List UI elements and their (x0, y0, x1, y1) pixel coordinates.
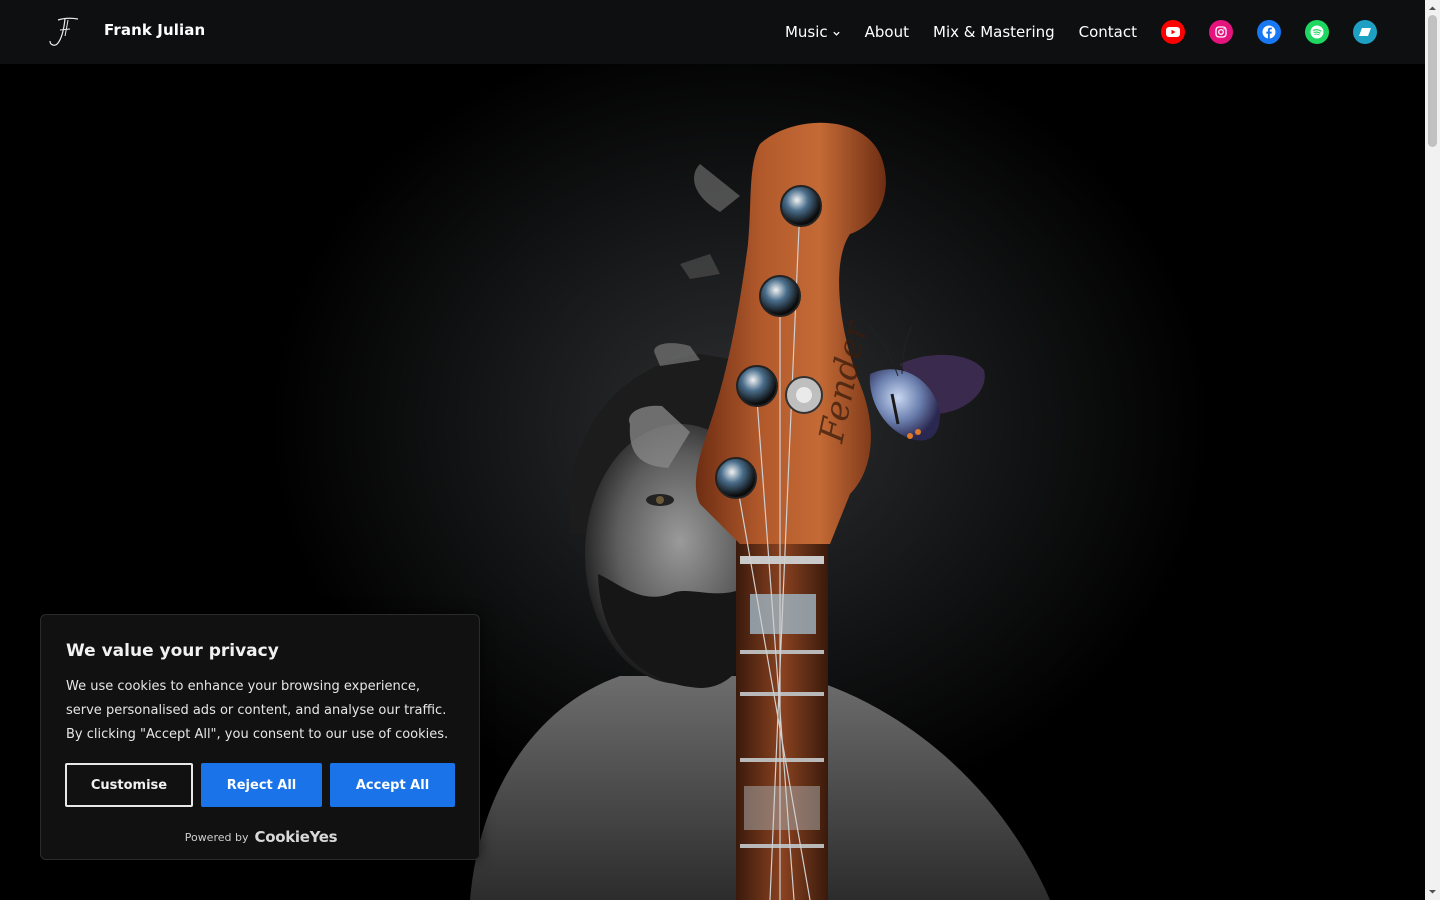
nav-item-contact[interactable]: Contact (1079, 23, 1137, 41)
powered-by-label: Powered by (184, 830, 249, 844)
chevron-down-icon (832, 31, 840, 36)
facebook-icon[interactable] (1257, 20, 1281, 44)
instagram-icon[interactable] (1209, 20, 1233, 44)
accept-all-button[interactable]: Accept All (330, 763, 455, 807)
main-nav: Music About Mix & Mastering Contact (785, 0, 1137, 64)
cookieyes-logo[interactable]: CookieYes (254, 828, 337, 846)
page-scrollbar[interactable] (1425, 0, 1440, 900)
site-title[interactable]: Frank Julian (104, 21, 205, 39)
nav-item-mix-mastering[interactable]: Mix & Mastering (933, 23, 1055, 41)
powered-by: Powered by CookieYes (41, 828, 481, 846)
bandcamp-icon[interactable] (1353, 20, 1377, 44)
reject-all-button[interactable]: Reject All (201, 763, 322, 807)
cookie-title: We value your privacy (66, 641, 279, 661)
cookie-description: We use cookies to enhance your browsing … (66, 679, 449, 742)
nav-item-about[interactable]: About (865, 23, 909, 41)
spotify-icon[interactable] (1305, 20, 1329, 44)
customise-button[interactable]: Customise (65, 763, 193, 807)
site-logo[interactable] (46, 16, 80, 48)
scroll-down-icon[interactable] (1428, 887, 1437, 896)
nav-item-music-label: Music (784, 23, 828, 41)
scroll-thumb[interactable] (1428, 15, 1437, 147)
youtube-icon[interactable] (1161, 20, 1185, 44)
scroll-up-icon[interactable] (1428, 4, 1437, 13)
site-header: Frank Julian Music About Mix & Mastering… (0, 0, 1425, 64)
cookie-consent-dialog: We value your privacy We use cookies to … (40, 614, 480, 860)
nav-item-music[interactable]: Music (785, 23, 841, 41)
